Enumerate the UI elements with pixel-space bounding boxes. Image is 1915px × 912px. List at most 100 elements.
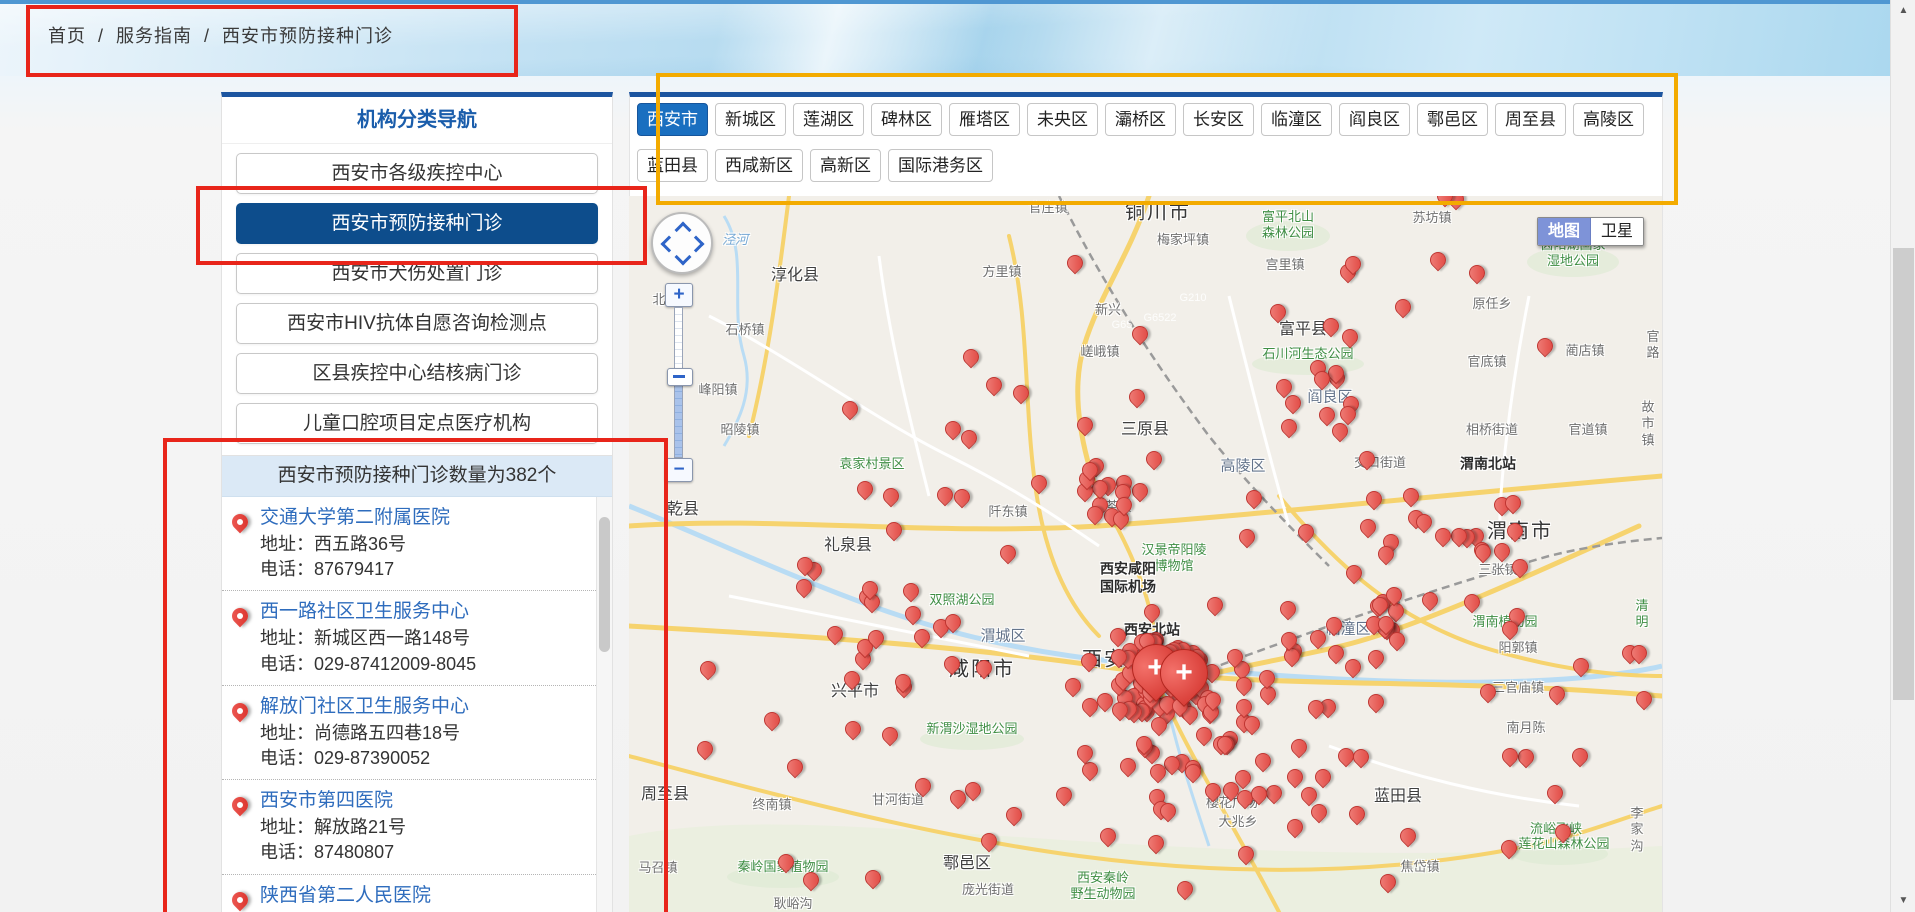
map-label: 方里镇 [982,264,1021,280]
map-label: 石川河生态公园 [1262,346,1353,362]
clinic-list-panel: 西安市预防接种门诊数量为382个 交通大学第二附属医院地址：西五路36号电话：8… [221,455,613,912]
zoom-slider-fill [675,378,682,457]
map-label: G210 [1180,292,1207,306]
list-scrollbar[interactable] [596,497,612,912]
map-label: 石桥镇 [725,322,764,338]
clinic-list-item: 西一路社区卫生服务中心地址：新城区西一路148号电话：029-87412009-… [222,591,596,685]
district-tab[interactable]: 鄠邑区 [1417,103,1488,136]
breadcrumb-link[interactable]: 西安市预防接种门诊 [222,26,393,46]
district-tab[interactable]: 蓝田县 [637,149,708,182]
pan-right-button[interactable] [688,236,705,253]
district-tab[interactable]: 碑林区 [871,103,942,136]
clinic-items: 交通大学第二附属医院地址：西五路36号电话：87679417西一路社区卫生服务中… [222,497,596,912]
map-label: 铜川市 [1125,201,1191,226]
clinic-list-item: 西安市第四医院地址：解放路21号电话：87480807 [222,780,596,874]
clinic-phone: 电话：029-87412009-8045 [260,653,588,676]
district-tab[interactable]: 高新区 [810,149,881,182]
map-pin-icon [229,794,252,817]
breadcrumb-link[interactable]: 首页 [48,26,86,46]
map-pan-control[interactable] [651,212,713,274]
map-pin-icon [229,605,252,628]
sidebar-item[interactable]: 儿童口腔项目定点医疗机构 [236,403,598,444]
map-label: 泾河 [722,232,748,248]
clinic-name-link[interactable]: 西一路社区卫生服务中心 [260,600,588,625]
clinic-count-header: 西安市预防接种门诊数量为382个 [222,456,612,497]
map-label: 官道镇 [1568,422,1607,438]
sidebar-item[interactable]: 区县疾控中心结核病门诊 [236,353,598,394]
map-label: 官庄镇 [1028,200,1067,216]
list-scrollbar-thumb[interactable] [599,517,610,652]
district-tabs-row1: 西安市新城区莲湖区碑林区雁塔区未央区灞桥区长安区临潼区阎良区鄠邑区周至县高陵区 [637,103,1644,136]
map-pin-icon [229,700,252,723]
pan-up-button[interactable] [675,222,692,239]
map-type-control: 地图 卫星 [1537,217,1644,246]
clinic-name-link[interactable]: 西安市第四医院 [260,789,588,814]
map-label: 富平北山 森林公园 [1262,209,1314,242]
district-tab[interactable]: 新城区 [715,103,786,136]
district-tab[interactable]: 莲湖区 [793,103,864,136]
zoom-in-button[interactable]: + [665,283,693,307]
district-tab[interactable]: 未央区 [1027,103,1098,136]
sidebar-item[interactable]: 西安市预防接种门诊 [236,203,598,244]
scrollbar-thumb[interactable] [1893,248,1914,700]
sidebar-item[interactable]: 西安市HIV抗体自愿咨询检测点 [236,303,598,344]
map-label: G6522 [1143,312,1176,326]
scrollbar-down-arrow[interactable]: ▼ [1891,892,1915,910]
district-tab[interactable]: 国际港务区 [888,149,993,182]
district-tab[interactable]: 临潼区 [1261,103,1332,136]
district-tabs-row2: 蓝田县西咸新区高新区国际港务区 [637,149,993,182]
map-pin-icon [229,511,252,534]
clinic-address: 地址：解放路21号 [260,816,588,839]
breadcrumb-link[interactable]: 服务指南 [116,26,192,46]
clinic-phone: 电话：87679417 [260,558,588,581]
map-label: 新兴 [1095,302,1121,318]
map-label: 相桥街道 [1466,422,1518,438]
clinic-name-link[interactable]: 交通大学第二附属医院 [260,506,588,531]
breadcrumb-separator: / [92,26,110,46]
district-tab[interactable]: 西安市 [637,103,708,136]
district-tab[interactable]: 高陵区 [1573,103,1644,136]
breadcrumb: 首页 / 服务指南 / 西安市预防接种门诊 [48,22,393,48]
clinic-address: 地址：西五路36号 [260,533,588,556]
map-type-map-button[interactable]: 地图 [1538,218,1591,245]
clinic-phone: 电话：029-87390052 [260,747,588,770]
zoom-out-button[interactable]: − [665,458,693,482]
map-label: 原任乡 [1472,296,1511,312]
map-label: G65 [1112,319,1133,333]
map-label: 李家沟 [1625,806,1650,855]
sidebar-item-list: 西安市各级疾控中心西安市预防接种门诊西安市犬伤处置门诊西安市HIV抗体自愿咨询检… [222,153,612,444]
clinic-name-link[interactable]: 解放门社区卫生服务中心 [260,695,588,720]
map-label: 故市镇 [1641,400,1655,449]
map-label: 甘河街道 [872,792,924,808]
map-label: 阳郭镇 [1498,640,1537,656]
map-label: 周至县 [641,785,689,805]
map-label: 梅家坪镇 [1157,232,1209,248]
clinic-list-item: 解放门社区卫生服务中心地址：尚德路五四巷18号电话：029-87390052 [222,686,596,780]
district-tab[interactable]: 长安区 [1183,103,1254,136]
breadcrumb-separator: / [198,26,216,46]
browser-scrollbar[interactable]: ▲ ▼ [1890,0,1915,912]
clinic-list-item: 陕西省第二人民医院地址：尚勤路3号 [222,875,596,912]
district-tab[interactable]: 周至县 [1495,103,1566,136]
map-label: 蔺店镇 [1565,343,1604,359]
pan-down-button[interactable] [675,249,692,266]
map-canvas[interactable]: + − 地图 卫星 官庄镇铜川市梅家坪镇富平北山 森林公园苏坊镇卤阳湖国家 湿地… [629,196,1662,912]
map-label: 苏坊镇 [1412,210,1451,226]
map-type-satellite-button[interactable]: 卫星 [1591,218,1643,245]
map-label: 高陵区 [1220,458,1265,477]
map-label: 官底镇 [1467,354,1506,370]
sidebar-item[interactable]: 西安市犬伤处置门诊 [236,253,598,294]
pan-left-button[interactable] [661,236,678,253]
district-tab[interactable]: 灞桥区 [1105,103,1176,136]
sidebar-category-nav: 机构分类导航 西安市各级疾控中心西安市预防接种门诊西安市犬伤处置门诊西安市HIV… [221,92,613,462]
sidebar-item[interactable]: 西安市各级疾控中心 [236,153,598,194]
clinic-name-link[interactable]: 陕西省第二人民医院 [260,884,588,909]
district-tab[interactable]: 西咸新区 [715,149,803,182]
map-label: 嵯峨镇 [1080,344,1119,360]
zoom-slider-handle[interactable] [667,368,693,386]
scrollbar-up-arrow[interactable]: ▲ [1891,2,1915,20]
map-label: 淳化县 [771,266,819,286]
district-tab[interactable]: 阎良区 [1339,103,1410,136]
district-tab[interactable]: 雁塔区 [949,103,1020,136]
clinic-list-item: 交通大学第二附属医院地址：西五路36号电话：87679417 [222,497,596,591]
